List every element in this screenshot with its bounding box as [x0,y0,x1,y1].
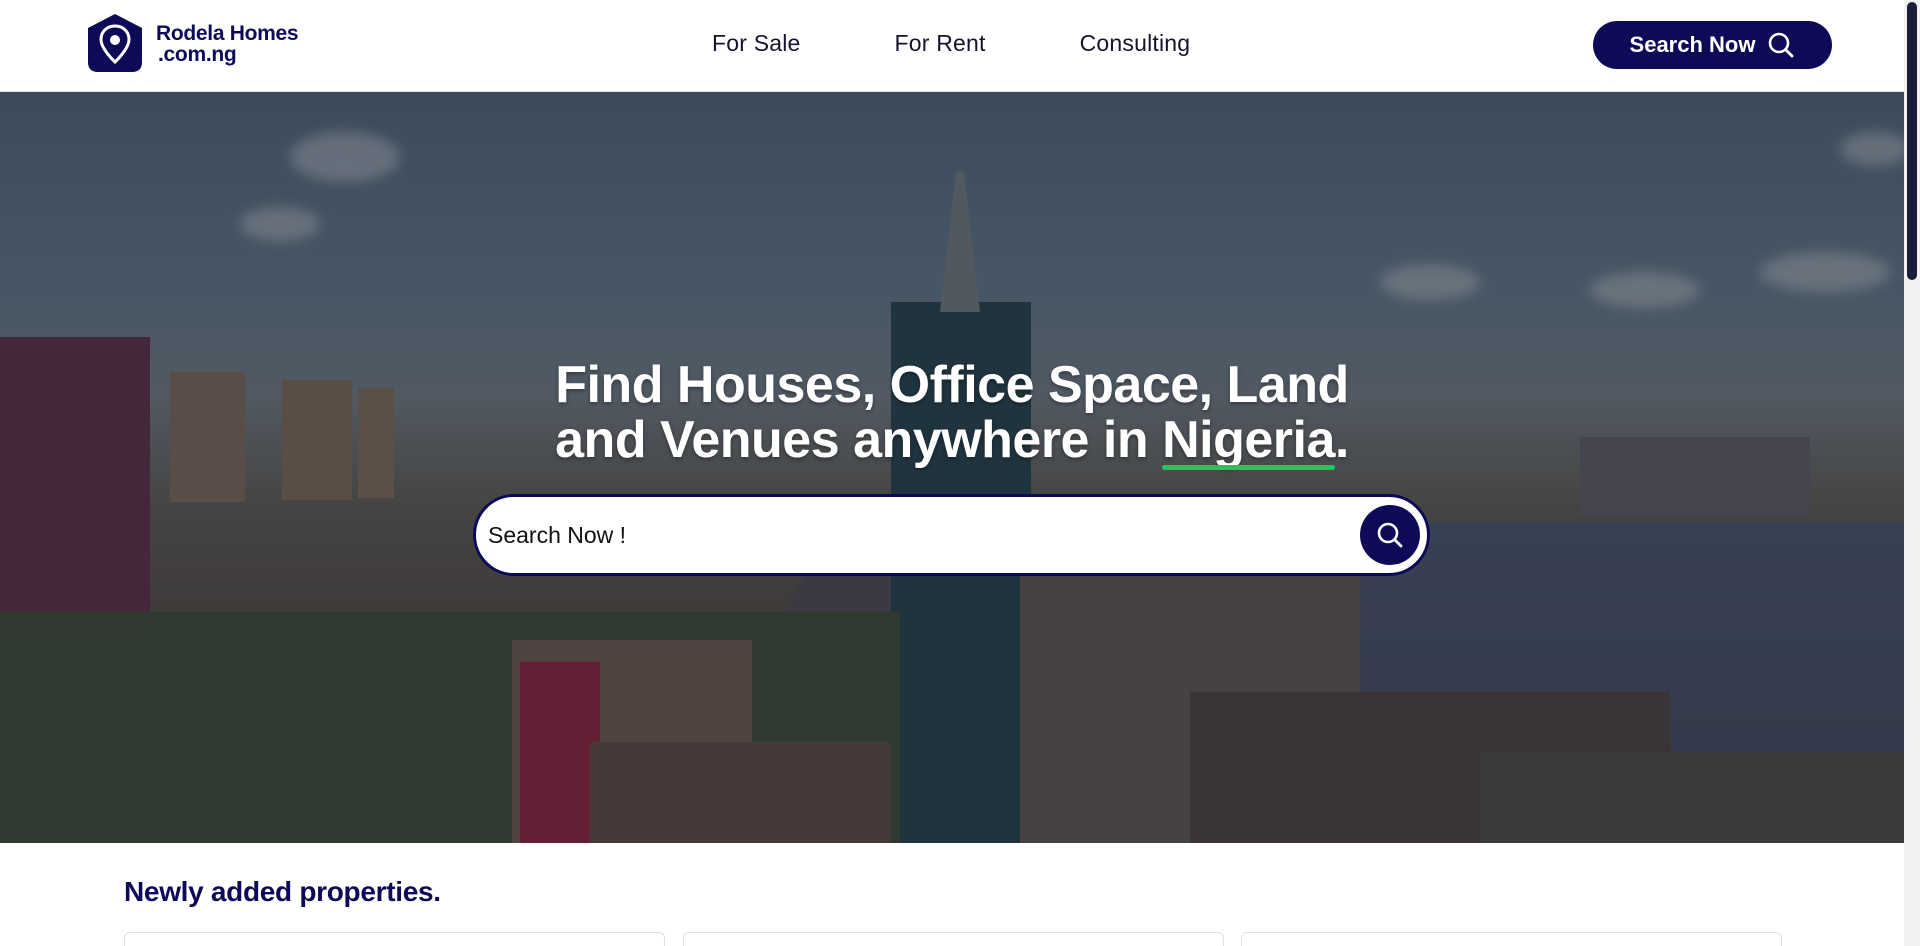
hero-headline-suffix: . [1334,411,1349,469]
page-scrollbar[interactable] [1904,0,1920,946]
page: Rodela Homes .com.ng For Sale For Rent C… [0,0,1920,946]
site-logo[interactable]: Rodela Homes .com.ng [84,12,299,76]
scrollbar-thumb[interactable] [1907,2,1917,280]
nav-consulting[interactable]: Consulting [1080,30,1191,57]
nav-for-sale[interactable]: For Sale [712,30,801,57]
property-card[interactable] [683,932,1224,946]
search-icon [1769,32,1794,58]
nav-for-rent[interactable]: For Rent [895,30,986,57]
section-title-new-properties: Newly added properties. [124,876,441,907]
site-header: Rodela Homes .com.ng For Sale For Rent C… [0,0,1904,92]
hero-headline-line1: Find Houses, Office Space, Land [555,356,1349,414]
hero-headline-line2: and Venues anywhere in [555,411,1163,469]
hero-search-input[interactable] [488,511,1308,559]
header-search-button[interactable]: Search Now [1593,21,1832,69]
header-search-button-label: Search Now [1629,32,1756,57]
hero-headline: Find Houses, Office Space, Land and Venu… [0,356,1904,470]
hero-search-bar [473,494,1430,576]
hero-headline-highlight: Nigeria [1162,411,1335,470]
hero-search-submit-button[interactable] [1360,505,1420,565]
main-nav: For Sale For Rent Consulting [712,30,1190,57]
location-pin-logo-icon [88,14,142,72]
brand-name-line2: .com.ng [158,43,237,66]
hero-banner: Find Houses, Office Space, Land and Venu… [0,92,1904,843]
property-card[interactable] [1241,932,1782,946]
property-card[interactable] [124,932,665,946]
search-icon [1377,522,1403,548]
brand-name-line1: Rodela Homes [156,22,299,45]
brand-name: Rodela Homes .com.ng [156,22,299,66]
